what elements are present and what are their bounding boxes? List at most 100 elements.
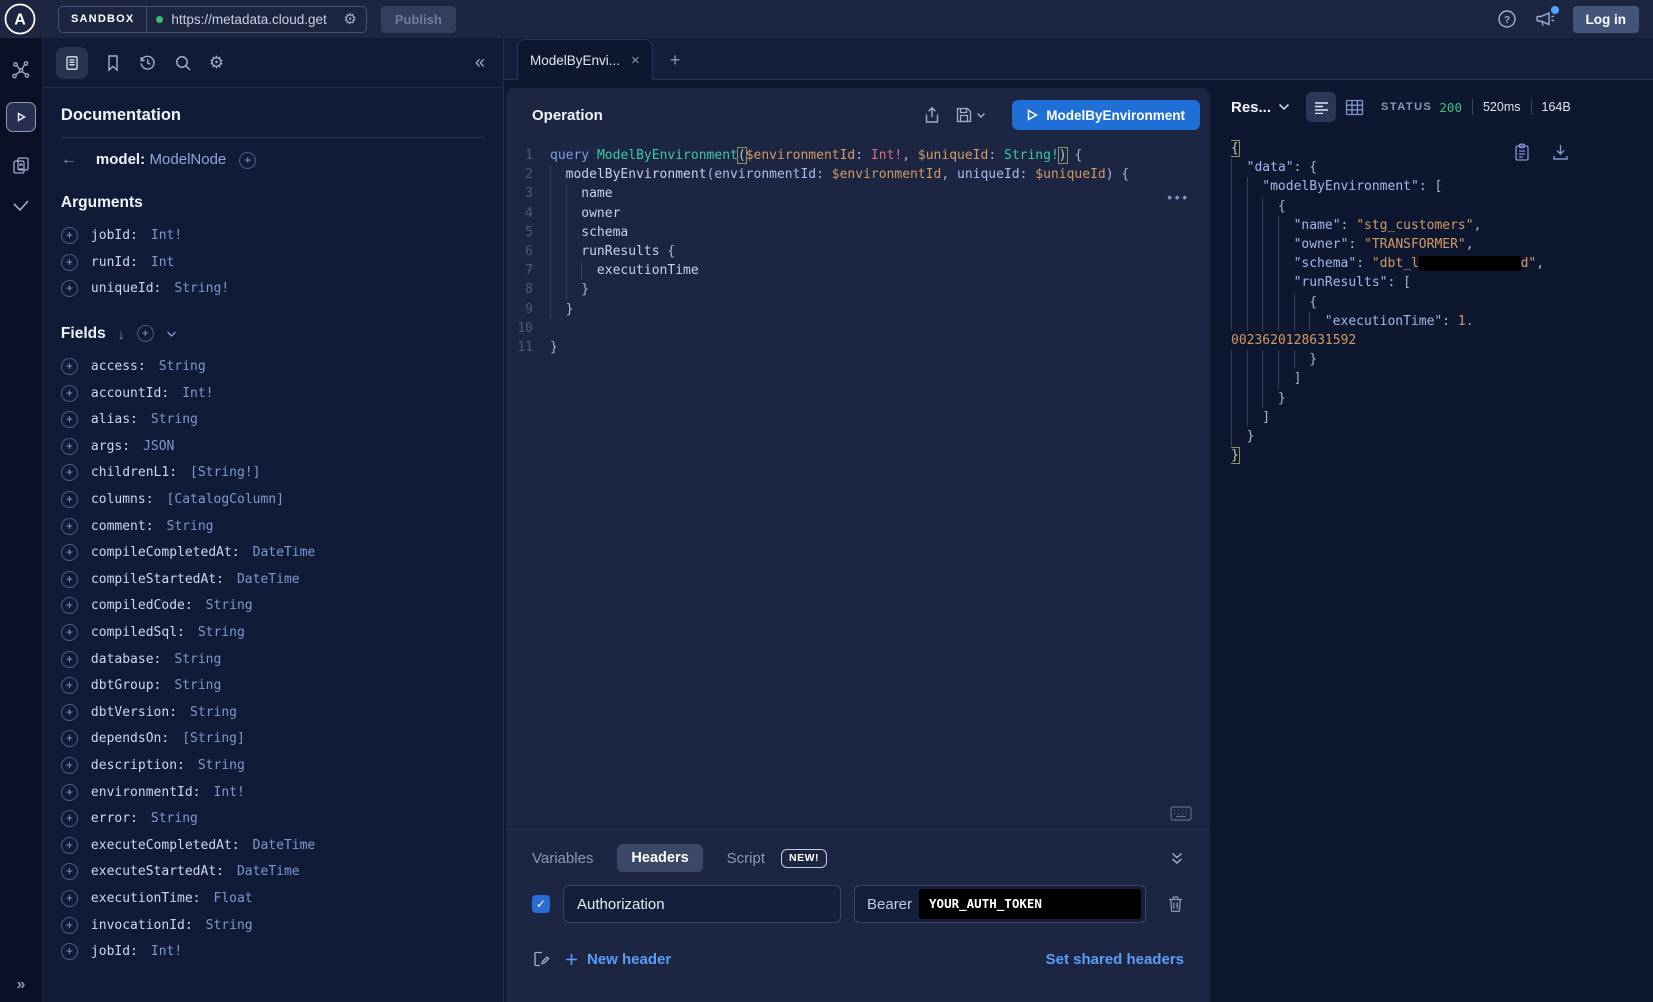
field-type[interactable]: Int! [151,944,182,959]
schema-diff-icon[interactable] [10,154,32,176]
field-type[interactable]: String [151,412,198,427]
new-header-button[interactable]: New header [565,951,671,968]
schema-field-row[interactable]: +dbtVersion:String [61,704,485,722]
history-icon[interactable] [138,53,157,72]
add-field-icon[interactable]: + [61,677,78,694]
schema-field-row[interactable]: +database:String [61,650,485,668]
add-field-icon[interactable]: + [61,890,78,907]
schema-field-row[interactable]: +args:JSON [61,438,485,456]
table-view-toggle-icon[interactable] [1345,99,1364,116]
field-type[interactable]: String [198,758,245,773]
add-field-icon[interactable]: + [61,837,78,854]
field-type[interactable]: [String] [182,731,245,746]
schema-field-row[interactable]: +executeStartedAt:DateTime [61,863,485,881]
field-type[interactable]: String! [174,281,229,296]
field-type[interactable]: String [151,811,198,826]
field-type[interactable]: String [167,519,214,534]
field-type[interactable]: Int! [151,228,182,243]
add-field-icon[interactable]: + [61,385,78,402]
bookmarks-icon[interactable] [105,54,121,72]
schema-field-row[interactable]: +uniqueId:String! [61,280,485,298]
response-dropdown-chevron-icon[interactable] [1278,103,1290,111]
field-type[interactable]: DateTime [253,838,316,853]
endpoint-url[interactable]: https://metadata.cloud.get [171,12,335,27]
schema-field-row[interactable]: +compileCompletedAt:DateTime [61,544,485,562]
auth-token-value[interactable]: YOUR_AUTH_TOKEN [919,889,1141,919]
schema-field-row[interactable]: +compiledSql:String [61,624,485,642]
schema-field-row[interactable]: +executionTime:Float [61,890,485,908]
schema-field-row[interactable]: +access:String [61,358,485,376]
tab-modelbyenvironment[interactable]: ModelByEnvi... × [517,39,653,80]
settings-gear-icon[interactable]: ⚙ [209,54,224,71]
header-value-group[interactable]: Bearer YOUR_AUTH_TOKEN [854,885,1146,923]
field-type[interactable]: [CatalogColumn] [167,492,284,507]
expand-rail-icon[interactable]: » [0,976,42,994]
field-type[interactable]: JSON [143,439,174,454]
field-type[interactable]: Float [214,891,253,906]
add-field-icon[interactable]: + [61,464,78,481]
add-field-icon[interactable]: + [61,917,78,934]
schema-field-row[interactable]: +columns:[CatalogColumn] [61,491,485,509]
sort-fields-icon[interactable]: ↓ [118,326,125,342]
field-type[interactable]: String [190,705,237,720]
delete-header-icon[interactable] [1167,895,1184,913]
add-field-icon[interactable]: + [61,254,78,271]
documentation-tab-icon-active[interactable] [56,47,88,79]
schema-field-row[interactable]: +invocationId:String [61,916,485,934]
tab-script[interactable]: Script [727,850,765,867]
add-field-icon[interactable]: + [61,227,78,244]
editor-more-menu[interactable]: ••• [1167,190,1190,205]
add-field-icon[interactable]: + [61,757,78,774]
apollo-logo[interactable]: A [3,2,37,36]
add-field-icon[interactable]: + [61,544,78,561]
run-operation-button[interactable]: ModelByEnvironment [1012,100,1200,130]
help-icon[interactable]: ? [1497,9,1517,29]
schema-field-row[interactable]: +executeCompletedAt:DateTime [61,836,485,854]
add-field-icon[interactable]: + [61,438,78,455]
field-type[interactable]: Int [151,255,174,270]
schema-field-row[interactable]: +comment:String [61,517,485,535]
raw-view-toggle-active[interactable] [1306,92,1336,122]
add-field-icon[interactable]: + [61,730,78,747]
add-field-icon[interactable]: + [61,624,78,641]
schema-graph-icon[interactable] [11,60,31,80]
schema-field-row[interactable]: +compileStartedAt:DateTime [61,571,485,589]
share-operation-icon[interactable] [923,106,941,125]
new-tab-icon[interactable]: + [670,51,681,69]
search-icon[interactable] [174,54,192,72]
field-type[interactable]: DateTime [237,864,300,879]
save-options-chevron-icon[interactable] [976,112,986,119]
add-field-icon[interactable]: + [61,491,78,508]
tab-variables[interactable]: Variables [532,850,593,867]
field-type[interactable]: String [174,652,221,667]
explorer-nav-item-active[interactable] [6,102,36,132]
schema-field-row[interactable]: +jobId:Int! [61,227,485,245]
keyboard-shortcuts-icon[interactable] [1170,806,1192,821]
add-field-icon[interactable]: + [61,358,78,375]
schema-field-row[interactable]: +jobId:Int! [61,943,485,961]
graphql-editor[interactable]: 1query ModelByEnvironment($environmentId… [506,138,1210,829]
collapse-panel-chevrons-icon[interactable] [1170,852,1184,865]
save-operation-icon[interactable] [955,106,973,124]
schema-field-row[interactable]: +accountId:Int! [61,384,485,402]
schema-field-row[interactable]: +description:String [61,757,485,775]
field-type[interactable]: String [159,359,206,374]
field-type[interactable]: String [206,918,253,933]
add-field-icon[interactable]: + [61,784,78,801]
field-type[interactable]: DateTime [253,545,316,560]
add-field-icon[interactable]: + [61,597,78,614]
schema-field-row[interactable]: +alias:String [61,411,485,429]
field-type[interactable]: String [206,598,253,613]
field-type[interactable]: String [174,678,221,693]
publish-button[interactable]: Publish [381,6,456,33]
download-response-icon[interactable] [1552,143,1569,162]
field-type[interactable]: Int! [182,386,213,401]
schema-field-row[interactable]: +error:String [61,810,485,828]
field-type[interactable]: [String!] [190,465,260,480]
schema-field-row[interactable]: +dependsOn:[String] [61,730,485,748]
add-field-icon[interactable]: + [61,810,78,827]
add-field-icon[interactable]: + [61,651,78,668]
field-type[interactable]: Int! [214,785,245,800]
checks-icon[interactable] [11,198,31,214]
collapse-docs-panel-icon[interactable]: « [475,52,485,73]
